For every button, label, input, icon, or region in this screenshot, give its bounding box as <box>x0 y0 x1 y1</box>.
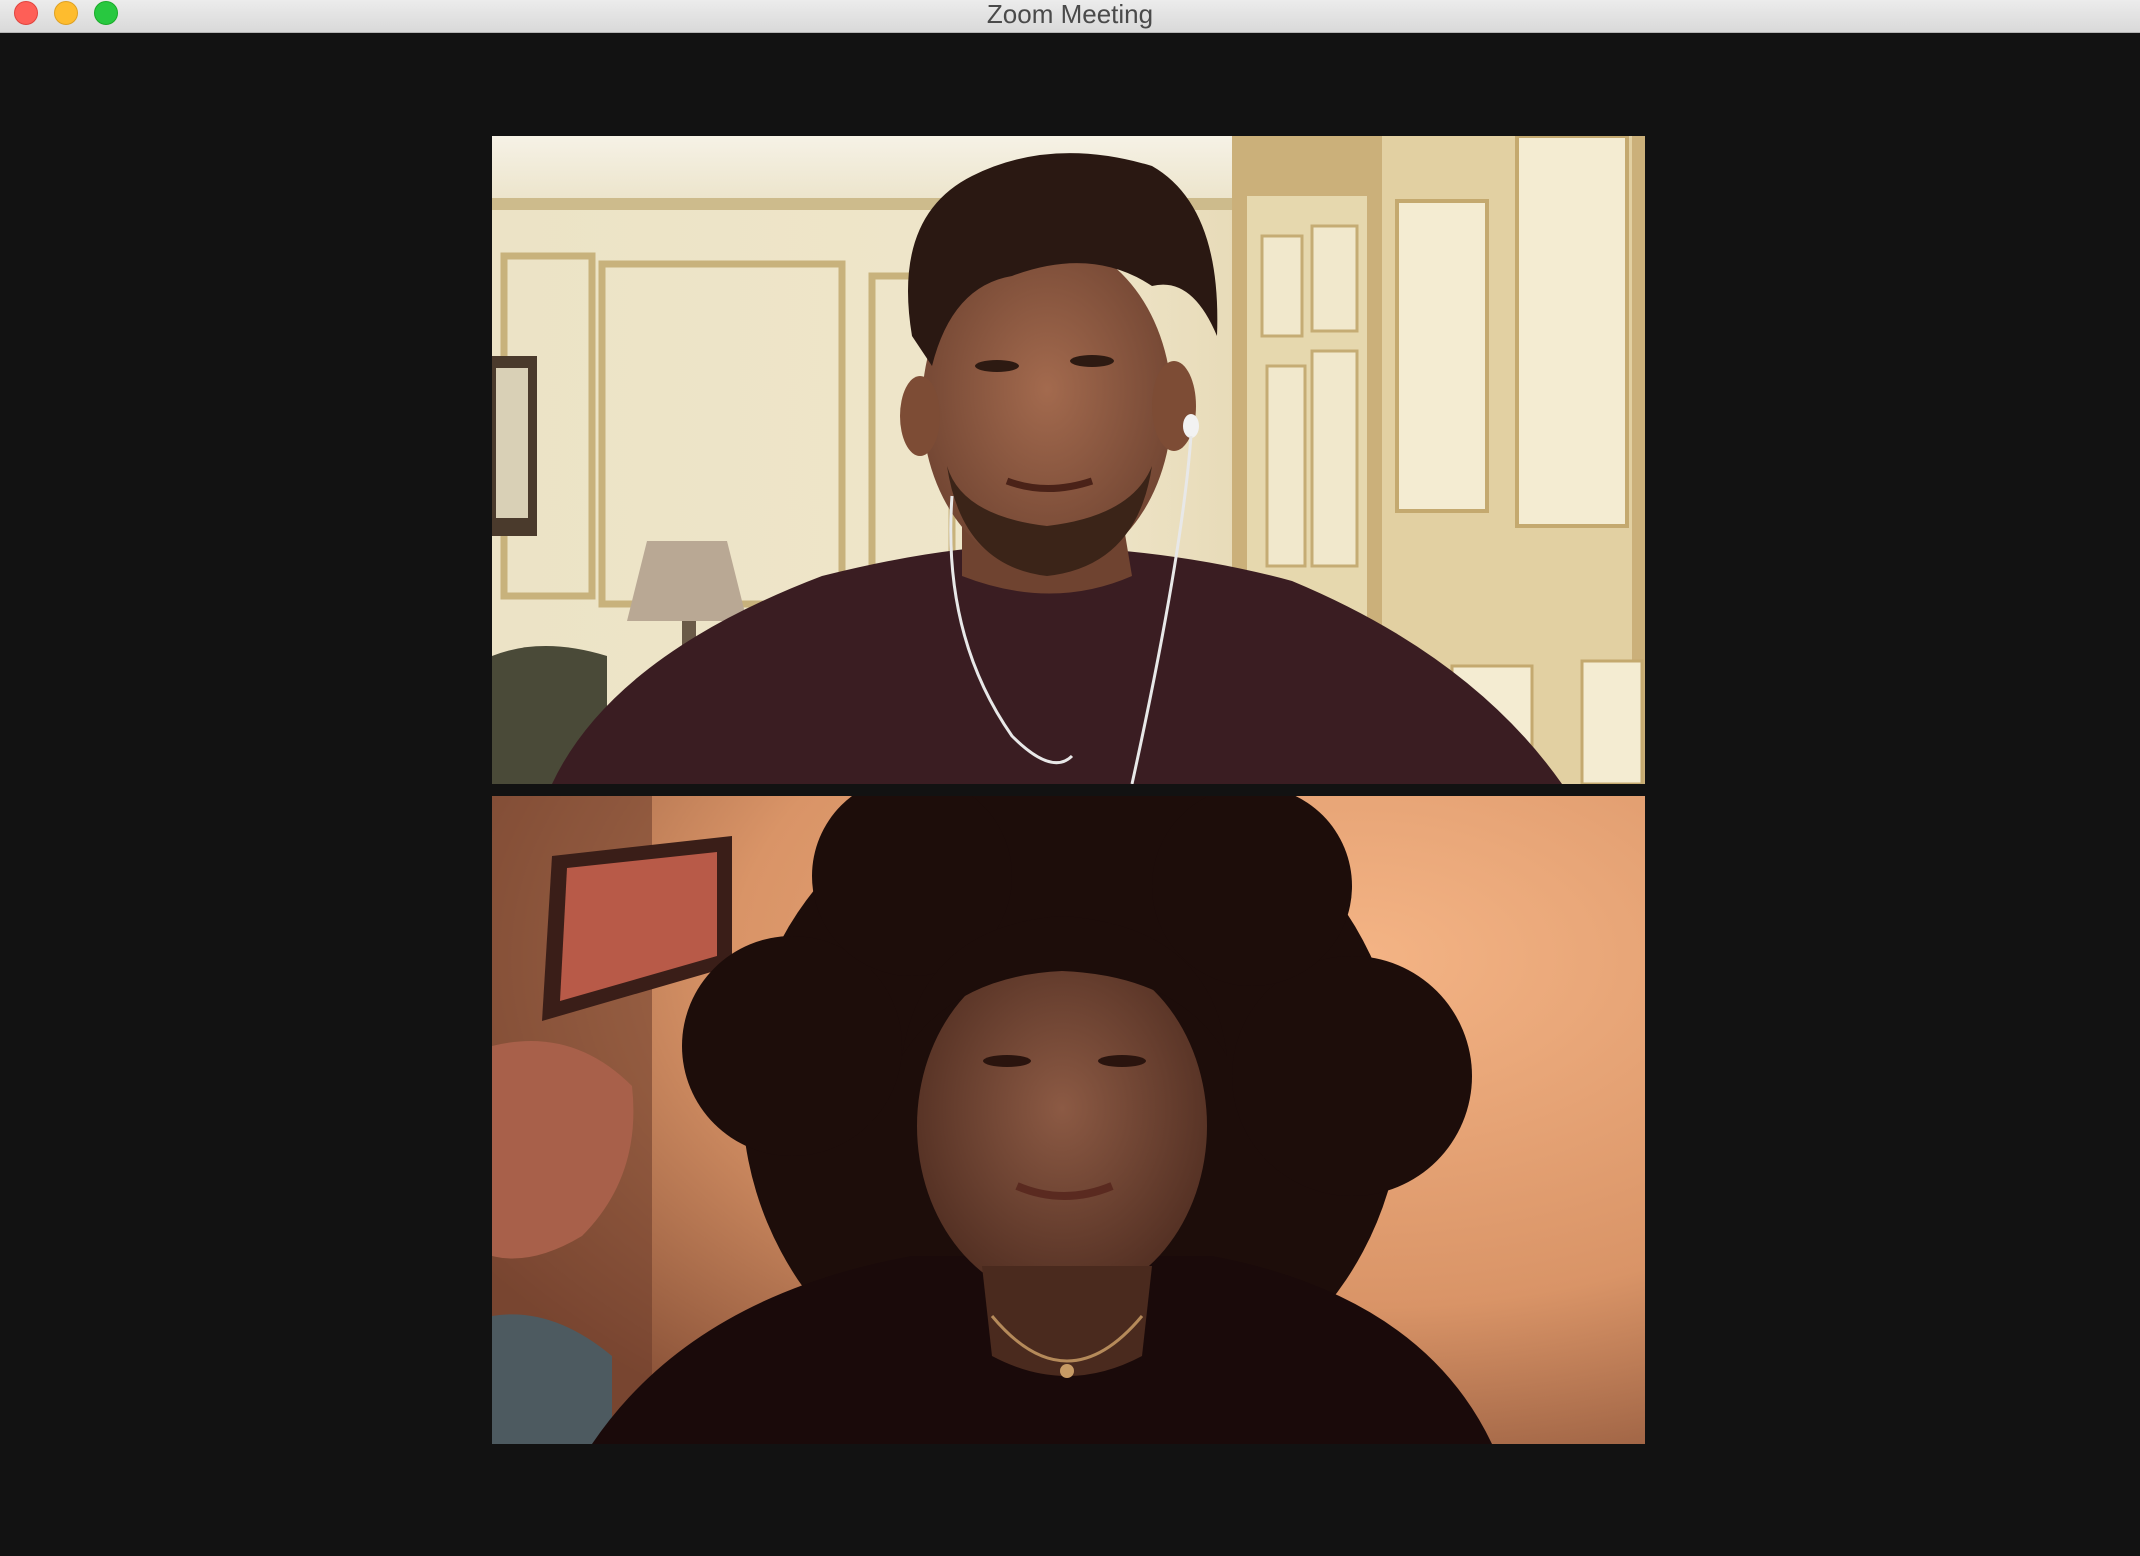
woman-with-curly-hair-video <box>492 796 1645 1444</box>
window-title: Zoom Meeting <box>986 0 1154 29</box>
zoom-meeting-window: Zoom Meeting <box>0 0 2140 1556</box>
participant-video-tile-2[interactable] <box>492 796 1645 1444</box>
participant-video-tile-1[interactable] <box>492 136 1645 784</box>
man-with-earphones-video <box>492 136 1645 784</box>
title-bar[interactable]: Zoom Meeting <box>0 0 2140 33</box>
